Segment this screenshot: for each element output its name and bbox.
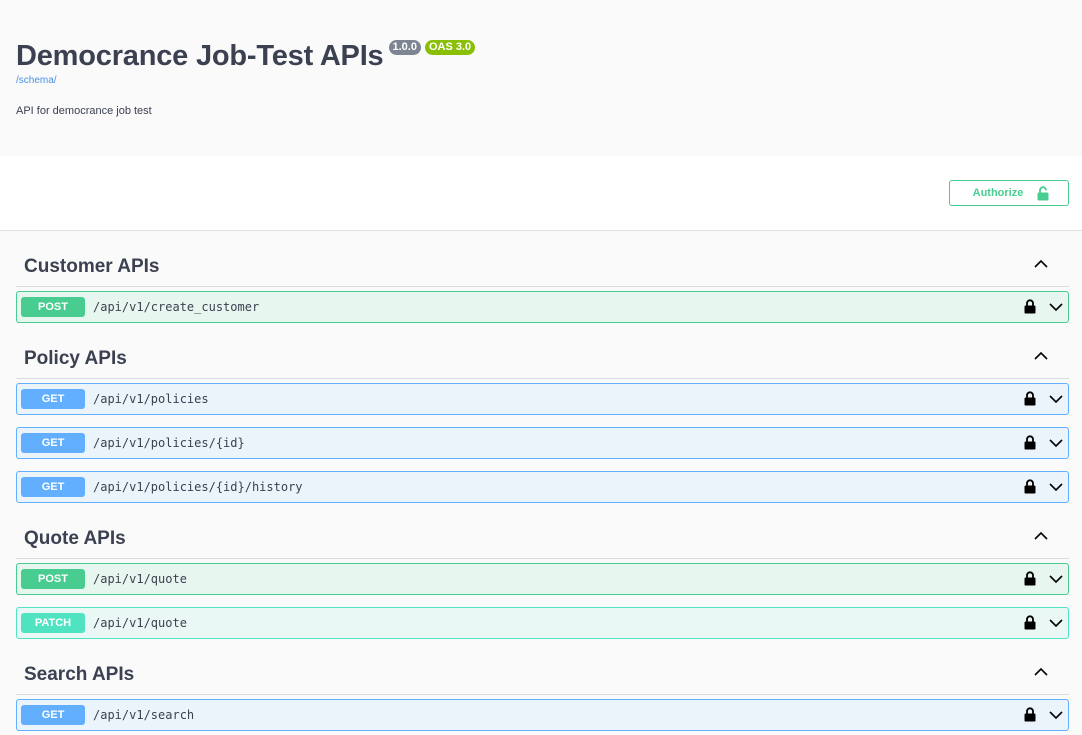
method-badge: POST bbox=[21, 569, 85, 589]
method-badge: GET bbox=[21, 705, 85, 725]
operation-path: /api/v1/policies/{id}/history bbox=[93, 480, 303, 494]
operation-get[interactable]: GET/api/v1/policies bbox=[16, 383, 1069, 415]
operation-path: /api/v1/policies bbox=[93, 392, 209, 406]
section-header[interactable]: Customer APIs bbox=[16, 231, 1069, 287]
operation-path: /api/v1/create_customer bbox=[93, 300, 260, 314]
section-title: Policy APIs bbox=[24, 348, 127, 369]
chevron-up-icon[interactable] bbox=[1033, 349, 1049, 361]
schema-link[interactable]: /schema/ bbox=[16, 75, 1066, 86]
title-row: Democrance Job-Test APIs 1.0.0 OAS 3.0 bbox=[16, 40, 1066, 72]
authorize-label: Authorize bbox=[972, 187, 1024, 199]
section-header[interactable]: Quote APIs bbox=[16, 503, 1069, 559]
operation-section: Search APIs GET/api/v1/search bbox=[16, 639, 1069, 731]
operation-section: Policy APIs GET/api/v1/policies GET/api/v1… bbox=[16, 323, 1069, 503]
operation-path: /api/v1/search bbox=[93, 708, 195, 722]
section-title: Quote APIs bbox=[24, 528, 126, 549]
operation-patch[interactable]: PATCH/api/v1/quote bbox=[16, 607, 1069, 639]
operation-get[interactable]: GET/api/v1/policies/{id}/history bbox=[16, 471, 1069, 503]
api-description: API for democrance job test bbox=[16, 105, 152, 117]
method-badge: GET bbox=[21, 477, 85, 497]
operation-get[interactable]: GET/api/v1/policies/{id} bbox=[16, 427, 1069, 459]
method-badge: GET bbox=[21, 389, 85, 409]
method-badge: GET bbox=[21, 433, 85, 453]
operation-get[interactable]: GET/api/v1/search bbox=[16, 699, 1069, 731]
oas-badge: OAS 3.0 bbox=[424, 40, 476, 55]
operation-section: Customer APIs POST/api/v1/create_customer bbox=[16, 231, 1069, 323]
operation-post[interactable]: POST/api/v1/quote bbox=[16, 563, 1069, 595]
section-title: Search APIs bbox=[24, 664, 135, 685]
section-header[interactable]: Search APIs bbox=[16, 639, 1069, 695]
version-badge: 1.0.0 bbox=[388, 40, 421, 55]
unlocked-icon bbox=[1037, 185, 1049, 200]
page-title: Democrance Job-Test APIs bbox=[16, 40, 384, 72]
authorize-button[interactable]: Authorize bbox=[949, 180, 1069, 206]
operation-path: /api/v1/policies/{id} bbox=[93, 436, 245, 450]
chevron-up-icon[interactable] bbox=[1033, 257, 1049, 269]
method-badge: POST bbox=[21, 297, 85, 317]
operation-post[interactable]: POST/api/v1/create_customer bbox=[16, 291, 1069, 323]
method-badge: PATCH bbox=[21, 613, 85, 633]
chevron-up-icon[interactable] bbox=[1033, 529, 1049, 541]
operation-path: /api/v1/quote bbox=[93, 572, 187, 586]
operations-container: Customer APIs POST/api/v1/create_customer… bbox=[0, 231, 1082, 731]
section-header[interactable]: Policy APIs bbox=[16, 323, 1069, 379]
operation-section: Quote APIs POST/api/v1/quote PATCH/api/v1/… bbox=[16, 503, 1069, 639]
scheme-container: Authorize bbox=[0, 156, 1082, 231]
chevron-up-icon[interactable] bbox=[1033, 665, 1049, 677]
info-header: Democrance Job-Test APIs 1.0.0 OAS 3.0 /… bbox=[0, 0, 1082, 156]
section-title: Customer APIs bbox=[24, 256, 160, 277]
operation-path: /api/v1/quote bbox=[93, 616, 187, 630]
